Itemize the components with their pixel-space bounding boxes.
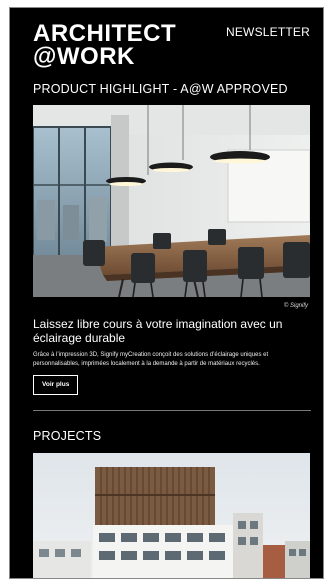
email-frame: ARCHITECT @WORK NEWSLETTER PRODUCT HIGHL… bbox=[9, 7, 324, 579]
image-credit: © Signify bbox=[283, 303, 308, 309]
product-headline[interactable]: Laissez libre cours à votre imagination … bbox=[33, 317, 311, 345]
brand-line-1: ARCHITECT bbox=[33, 20, 177, 47]
projects-title: PROJECTS bbox=[33, 429, 102, 443]
brand-logo[interactable]: ARCHITECT @WORK bbox=[33, 20, 177, 70]
product-highlight-title: PRODUCT HIGHLIGHT - A@W APPROVED bbox=[33, 82, 288, 96]
newsletter-link[interactable]: NEWSLETTER bbox=[226, 25, 310, 39]
project-image[interactable] bbox=[33, 453, 310, 578]
section-divider bbox=[33, 410, 311, 411]
meeting-room-photo bbox=[33, 105, 310, 297]
brand-line-2: @WORK bbox=[33, 43, 135, 70]
product-description: Grâce à l’impression 3D, Signify myCreat… bbox=[33, 352, 269, 367]
product-image[interactable] bbox=[33, 105, 310, 297]
building-photo bbox=[33, 453, 310, 578]
see-more-button[interactable]: Voir plus bbox=[33, 375, 79, 395]
